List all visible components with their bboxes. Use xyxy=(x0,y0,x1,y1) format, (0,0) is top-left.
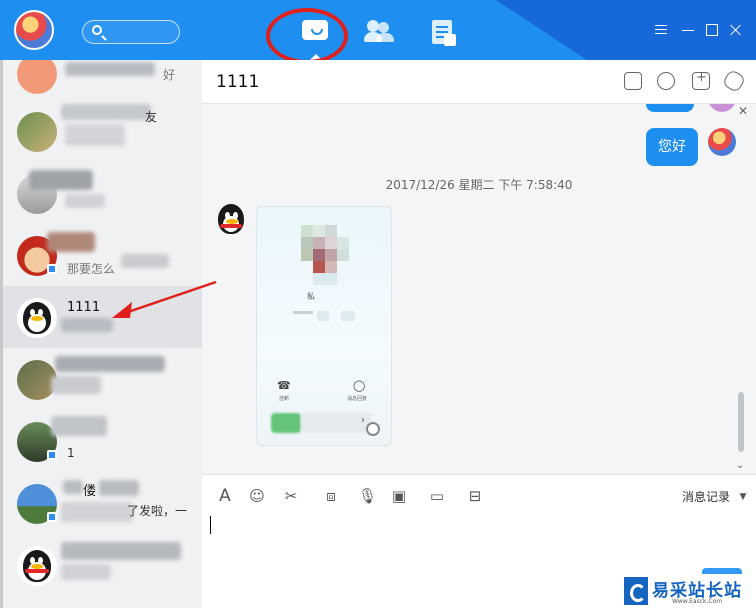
chat-scrollbar[interactable] xyxy=(738,392,744,452)
chevron-down-icon[interactable]: ▼ xyxy=(734,488,752,506)
voice-icon[interactable]: 🎙 xyxy=(358,487,377,505)
qq-avatar-icon xyxy=(216,204,246,234)
hangup-icon: ☎ xyxy=(277,379,291,392)
settings-icon[interactable] xyxy=(721,68,747,94)
screenshot-icon[interactable]: ✂ xyxy=(282,487,300,505)
history-button[interactable]: 消息记录 xyxy=(682,488,730,505)
menu-icon[interactable] xyxy=(655,24,667,36)
blurred-name xyxy=(51,416,107,436)
emoji-icon[interactable]: ☺ xyxy=(248,487,266,505)
qq-avatar-icon xyxy=(17,546,57,586)
device-badge xyxy=(47,512,57,522)
close-icon[interactable]: ✕ xyxy=(738,104,748,118)
title-bar xyxy=(0,0,756,60)
screen-share-icon[interactable] xyxy=(624,72,642,90)
search-icon xyxy=(92,25,102,35)
user-avatar[interactable] xyxy=(14,10,54,50)
image-text: 消息回复 xyxy=(347,396,368,402)
avatar xyxy=(708,128,736,156)
text-caret xyxy=(210,516,211,534)
avatar xyxy=(17,60,57,94)
message-bubble-partial xyxy=(646,104,694,112)
list-item-active[interactable]: 1111 xyxy=(3,286,202,348)
blurred-preview xyxy=(61,564,111,580)
qq-avatar-icon xyxy=(17,298,57,338)
device-badge xyxy=(47,264,57,274)
input-toolbar: A ☺ ✂ ⧈ 🎙 ▣ ▭ ⊟ 消息记录 ▼ xyxy=(202,474,756,516)
blurred-preview xyxy=(61,318,113,332)
annotation-circle xyxy=(266,8,348,64)
list-item[interactable]: 偻 了发啦，一 xyxy=(3,472,202,534)
add-member-icon[interactable] xyxy=(692,70,710,90)
shake-icon[interactable]: ⧈ xyxy=(322,487,340,505)
list-item-name: 偻 xyxy=(83,484,97,499)
blurred-name xyxy=(47,232,95,252)
chat-title: 1111 xyxy=(216,72,260,92)
font-icon[interactable]: A xyxy=(216,487,234,505)
voice-call-icon[interactable] xyxy=(657,72,675,90)
blurred-name xyxy=(65,62,155,76)
reply-icon: ◯ xyxy=(353,379,366,392)
folder-icon[interactable]: ▭ xyxy=(428,487,446,505)
image-text: 私 xyxy=(307,292,315,301)
blurred-preview xyxy=(121,254,169,268)
list-item-preview: 好 xyxy=(163,68,176,82)
message-timestamp: 2017/12/26 星期二 下午 7:58:40 xyxy=(385,178,573,192)
avatar xyxy=(17,112,57,152)
contact-list[interactable]: 好 友 那要怎么 1111 1 偻 了发啦，一 xyxy=(0,60,202,608)
list-item[interactable]: 1 xyxy=(3,410,202,472)
list-item-preview: 友 xyxy=(145,110,158,124)
watermark: 易采站长站 Www.Easck.Com xyxy=(620,574,756,608)
chat-header: 1111 xyxy=(202,60,756,104)
tab-contacts[interactable] xyxy=(364,18,394,44)
blurred-name xyxy=(55,356,165,372)
blurred-name xyxy=(61,542,181,560)
message-bubble: 您好 xyxy=(646,128,698,166)
watermark-logo-icon xyxy=(624,577,648,605)
list-item-preview: 1 xyxy=(67,446,75,460)
image-message[interactable]: 私 ☎ 挂断 ◯ 消息回复 › xyxy=(256,206,392,446)
blurred-name xyxy=(61,104,151,120)
search-box[interactable] xyxy=(82,20,180,44)
list-item[interactable] xyxy=(3,162,202,224)
image-icon[interactable]: ▣ xyxy=(390,487,408,505)
minimize-icon[interactable] xyxy=(682,24,694,36)
list-item-preview: 了发啦，一 xyxy=(127,504,188,518)
list-item-name: 1111 xyxy=(67,300,101,315)
image-text: 挂断 xyxy=(279,396,290,402)
list-item[interactable] xyxy=(3,534,202,596)
watermark-url: Www.Easck.Com xyxy=(672,598,723,605)
list-item-preview: 那要怎么 xyxy=(67,262,116,276)
blurred-preview xyxy=(65,194,105,208)
list-item[interactable]: 友 xyxy=(3,100,202,162)
close-icon[interactable] xyxy=(730,24,742,36)
blurred-name xyxy=(29,170,93,190)
blurred-name xyxy=(63,480,83,494)
blurred-preview xyxy=(65,124,125,146)
list-item[interactable]: 那要怎么 xyxy=(3,224,202,286)
tab-documents[interactable] xyxy=(430,18,460,46)
list-item[interactable] xyxy=(3,348,202,410)
avatar xyxy=(708,104,736,112)
blurred-preview xyxy=(61,502,133,522)
blurred-preview xyxy=(51,376,101,394)
zoom-icon[interactable] xyxy=(366,422,380,436)
maximize-icon[interactable] xyxy=(706,24,718,36)
list-item[interactable]: 好 xyxy=(3,60,202,104)
blurred-name xyxy=(99,480,139,496)
chat-messages[interactable]: ✕ 您好 2017/12/26 星期二 下午 7:58:40 私 ☎ 挂断 ◯ … xyxy=(202,104,756,474)
device-badge xyxy=(47,450,57,460)
scroll-down-icon[interactable]: ⌄ xyxy=(736,460,744,471)
red-packet-icon[interactable]: ⊟ xyxy=(466,487,484,505)
